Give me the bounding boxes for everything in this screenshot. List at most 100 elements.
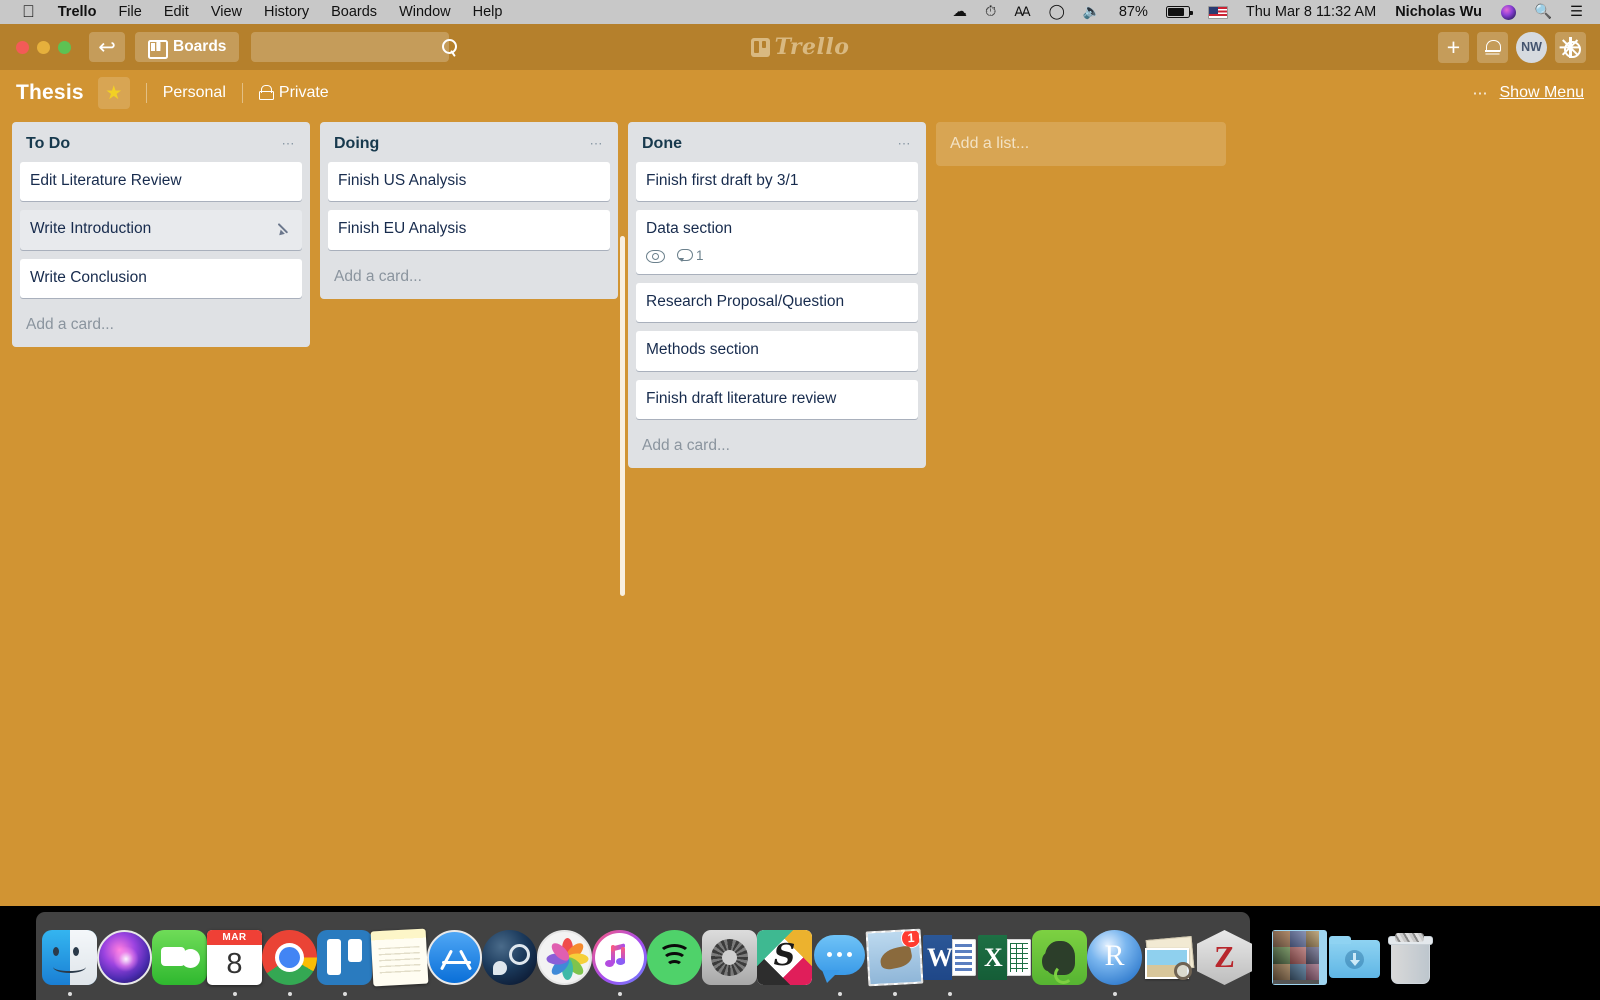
dock-item-preview[interactable] bbox=[1142, 912, 1197, 1000]
dock-item-zotero[interactable]: Z bbox=[1197, 912, 1252, 1000]
wifi-icon[interactable]: ◯ bbox=[1040, 0, 1074, 24]
running-indicator bbox=[287, 992, 292, 996]
add-list-button[interactable]: Add a list... bbox=[936, 122, 1226, 166]
calendar-icon: MAR 8 bbox=[207, 930, 262, 985]
comment-badge[interactable]: 1 bbox=[677, 248, 704, 263]
board-team-label[interactable]: Personal bbox=[163, 84, 226, 102]
card[interactable]: Data section 1 bbox=[636, 210, 918, 274]
list-menu-icon[interactable]: ⋯ bbox=[898, 136, 913, 152]
photos-icon bbox=[537, 930, 592, 985]
dock-item-evernote[interactable] bbox=[1032, 912, 1087, 1000]
card[interactable]: Finish first draft by 3/1 bbox=[636, 162, 918, 202]
running-indicator bbox=[508, 992, 512, 996]
list-menu-icon[interactable]: ⋯ bbox=[590, 136, 605, 152]
search-input[interactable] bbox=[260, 39, 442, 55]
apple-menu-icon[interactable]:  bbox=[8, 2, 47, 22]
ellipsis-icon[interactable]: ⋯ bbox=[1473, 84, 1490, 102]
card[interactable]: Finish EU Analysis bbox=[328, 210, 610, 250]
menu-item-window[interactable]: Window bbox=[388, 0, 462, 24]
dock-item-word[interactable]: W bbox=[922, 912, 977, 1000]
boards-button[interactable]: Boards bbox=[135, 32, 240, 62]
dock-item-steam[interactable] bbox=[482, 912, 537, 1000]
dock-item-photos[interactable] bbox=[537, 912, 592, 1000]
volume-icon[interactable]: 🔈 bbox=[1074, 0, 1110, 24]
vertical-scrollbar[interactable] bbox=[620, 236, 625, 596]
preview-icon bbox=[1142, 930, 1197, 985]
us-flag-icon[interactable] bbox=[1199, 5, 1237, 19]
card[interactable]: Write Introduction bbox=[20, 210, 302, 250]
notifications-button[interactable] bbox=[1477, 31, 1508, 63]
list-title[interactable]: To Do bbox=[26, 135, 70, 153]
cloud-upload-icon[interactable]: ☁ bbox=[944, 0, 977, 24]
card[interactable]: Research Proposal/Question bbox=[636, 282, 918, 323]
dock-item-pictures-stack[interactable] bbox=[1272, 912, 1327, 1000]
list-menu-icon[interactable]: ⋯ bbox=[282, 136, 297, 152]
dock-item-trash[interactable] bbox=[1382, 912, 1437, 1000]
clock-datetime[interactable]: Thu Mar 8 11:32 AM bbox=[1237, 0, 1385, 24]
board-visibility-button[interactable]: Private bbox=[258, 84, 329, 102]
add-card-button[interactable]: Add a card... bbox=[636, 428, 918, 468]
battery-icon[interactable] bbox=[1157, 6, 1199, 18]
dock-item-excel[interactable]: X bbox=[977, 912, 1032, 1000]
settings-button[interactable] bbox=[1555, 31, 1586, 63]
siri-icon[interactable] bbox=[1492, 4, 1525, 20]
list-to-do[interactable]: To Do ⋯ Edit Literature Review Write Int… bbox=[12, 122, 310, 348]
card[interactable]: Finish draft literature review bbox=[636, 379, 918, 419]
dock-item-trello[interactable] bbox=[317, 912, 372, 1000]
control-center-icon[interactable]: ☰ bbox=[1561, 0, 1592, 24]
dock-item-finder[interactable] bbox=[42, 912, 97, 1000]
back-arrow-icon[interactable]: ↩ bbox=[89, 32, 125, 62]
menu-item-history[interactable]: History bbox=[253, 0, 320, 24]
menu-item-trello[interactable]: Trello bbox=[47, 0, 108, 24]
finder-icon bbox=[42, 930, 97, 985]
lists-container: To Do ⋯ Edit Literature Review Write Int… bbox=[0, 116, 1600, 468]
siri-icon bbox=[97, 930, 152, 985]
dock-item-mail[interactable]: 1 bbox=[865, 912, 924, 1000]
add-card-button[interactable]: Add a card... bbox=[328, 259, 610, 299]
dock-item-siri[interactable] bbox=[97, 912, 152, 1000]
header-divider-2 bbox=[241, 83, 243, 103]
page-title[interactable]: Thesis bbox=[16, 81, 84, 105]
list-doing[interactable]: Doing ⋯ Finish US Analysis Finish EU Ana… bbox=[320, 122, 618, 299]
maximize-window-button[interactable] bbox=[58, 40, 71, 54]
dock-item-downloads[interactable] bbox=[1327, 912, 1382, 1000]
star-icon[interactable]: ★ bbox=[97, 77, 130, 109]
dock-item-spotify[interactable] bbox=[647, 912, 702, 1000]
card[interactable]: Methods section bbox=[636, 331, 918, 371]
dock-item-app-store[interactable] bbox=[427, 912, 482, 1000]
search-box[interactable] bbox=[251, 32, 458, 62]
bluetooth-icon[interactable]: Ꜳ bbox=[1005, 0, 1039, 24]
menu-item-boards[interactable]: Boards bbox=[320, 0, 388, 24]
dock-item-messages[interactable] bbox=[812, 912, 867, 1000]
card[interactable]: Edit Literature Review bbox=[20, 162, 302, 202]
card[interactable]: Write Conclusion bbox=[20, 258, 302, 299]
dock-item-itunes[interactable] bbox=[592, 912, 647, 1000]
list-title[interactable]: Done bbox=[642, 135, 682, 153]
avatar[interactable]: NW bbox=[1516, 31, 1547, 63]
show-menu-button[interactable]: Show Menu bbox=[1500, 84, 1585, 102]
pencil-icon[interactable] bbox=[277, 221, 292, 236]
menu-item-file[interactable]: File bbox=[107, 0, 152, 24]
minimize-window-button[interactable] bbox=[37, 40, 50, 54]
dock-item-calendar[interactable]: MAR 8 bbox=[207, 912, 262, 1000]
dock-item-chrome[interactable] bbox=[262, 912, 317, 1000]
list-done[interactable]: Done ⋯ Finish first draft by 3/1 Data se… bbox=[628, 122, 926, 468]
dock-item-system-preferences[interactable] bbox=[702, 912, 757, 1000]
close-window-button[interactable] bbox=[16, 40, 29, 54]
user-name-label[interactable]: Nicholas Wu bbox=[1385, 0, 1492, 24]
dock-item-facetime[interactable] bbox=[152, 912, 207, 1000]
list-title[interactable]: Doing bbox=[334, 135, 379, 153]
boards-button-label: Boards bbox=[173, 38, 227, 55]
dock-item-notes[interactable] bbox=[370, 912, 429, 1000]
dock-item-r[interactable]: R bbox=[1087, 912, 1142, 1000]
menu-item-view[interactable]: View bbox=[200, 0, 253, 24]
add-card-button[interactable]: Add a card... bbox=[20, 307, 302, 347]
add-button[interactable]: + bbox=[1438, 31, 1469, 63]
menu-item-edit[interactable]: Edit bbox=[153, 0, 200, 24]
watch-badge[interactable] bbox=[646, 249, 665, 263]
spotlight-search-icon[interactable]: 🔍 bbox=[1525, 0, 1561, 24]
dock-item-slack[interactable]: S bbox=[757, 912, 812, 1000]
card[interactable]: Finish US Analysis bbox=[328, 162, 610, 202]
menu-item-help[interactable]: Help bbox=[462, 0, 514, 24]
time-machine-icon[interactable]: ⏱ bbox=[976, 0, 1005, 24]
